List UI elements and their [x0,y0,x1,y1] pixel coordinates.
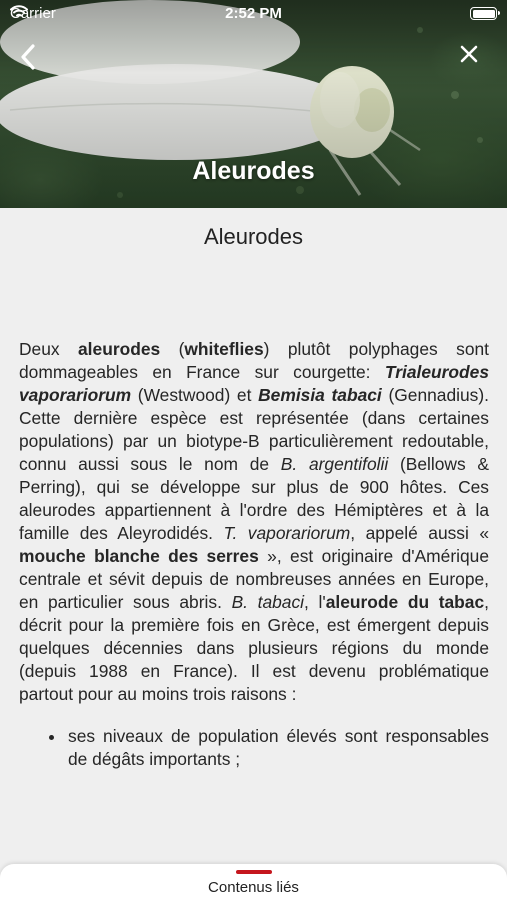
text-bold: whiteflies [184,339,264,359]
status-time: 2:52 PM [225,5,282,22]
species-name: T. vaporariorum [223,523,351,543]
text-run: (Westwood) et [131,385,259,405]
close-icon [460,45,478,63]
sheet-handle[interactable] [236,870,272,874]
related-content-label: Contenus liés [208,879,299,896]
back-button[interactable] [20,44,52,76]
page-title: Aleurodes [203,224,304,249]
battery-icon [470,7,500,20]
text-run: ( [160,339,185,359]
text-bold: aleurode du tabac [325,592,485,612]
text-run: , l' [304,592,326,612]
text-run: Deux [19,339,79,359]
text-bold: aleurodes [78,339,161,359]
article-paragraph: Deux aleurodes (whiteflies) plutôt polyp… [19,338,489,706]
status-bar: Carrier 2:52 PM [0,0,507,28]
related-content-sheet[interactable]: Contenus liés [0,864,507,900]
header-title: Aleurodes [192,157,315,185]
text-run: , appelé aussi « [350,523,490,543]
close-button[interactable] [459,44,491,76]
species-name: Bemisia tabaci [258,385,382,405]
header-image: Carrier 2:52 PM Aleurodes [0,0,507,208]
list-item: ses niveaux de population élevés sont re… [19,725,489,771]
text-bold: mouche blanche des serres [19,546,259,566]
article-body: Deux aleurodes (whiteflies) plutôt polyp… [19,338,489,771]
chevron-left-icon [21,44,35,70]
bullet-list: ses niveaux de population élevés sont re… [19,725,489,771]
species-name: B. tabaci [231,592,305,612]
species-name: B. argentifolii [280,454,389,474]
